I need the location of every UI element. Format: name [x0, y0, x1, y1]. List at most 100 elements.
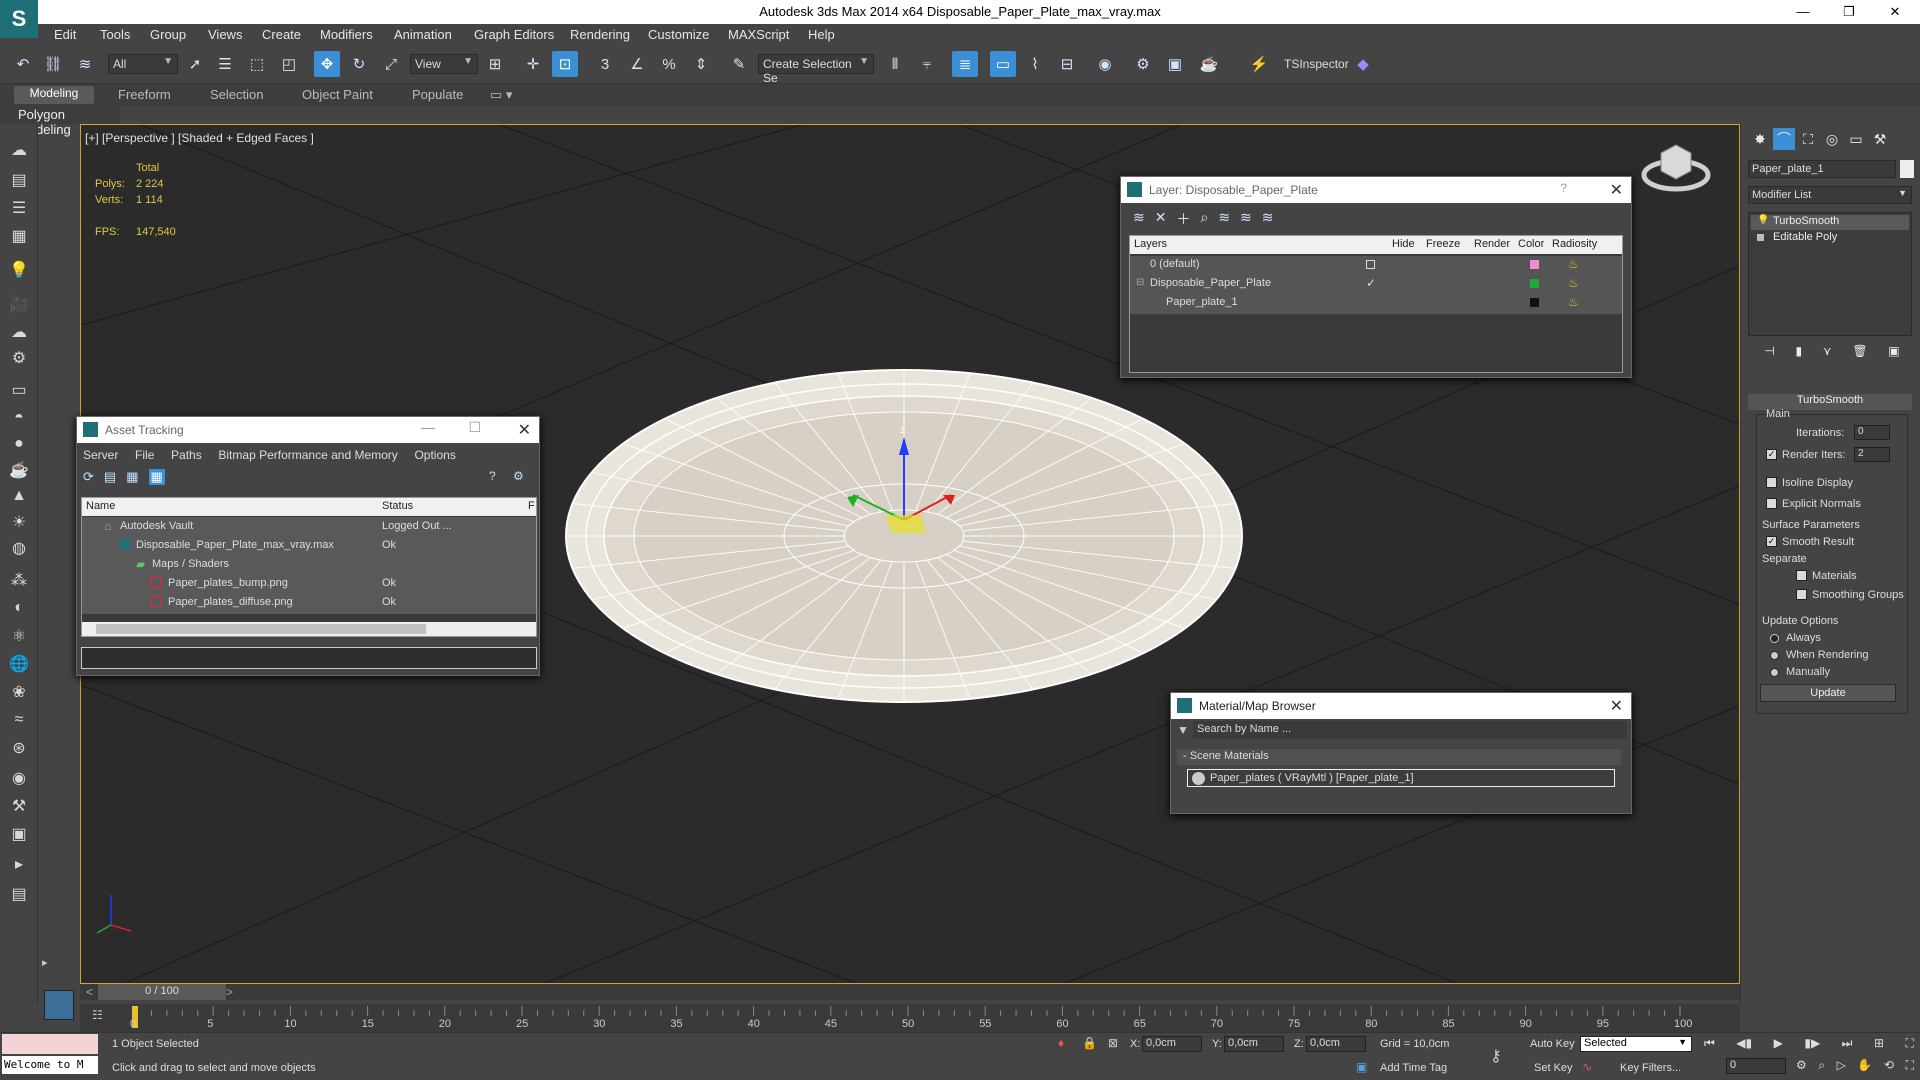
ref-coord-dropdown[interactable]: View ▼ — [410, 54, 478, 74]
curve-editor-icon[interactable]: ⌇ — [1022, 51, 1048, 77]
close-icon[interactable]: ✕ — [1610, 696, 1623, 716]
freeze-all-icon[interactable]: ≋ — [1262, 209, 1274, 229]
menu-group[interactable]: Group — [150, 27, 186, 42]
close-icon[interactable]: ✕ — [518, 420, 531, 440]
hair-icon[interactable]: ≈ — [7, 708, 31, 732]
set-key-button[interactable]: Set Key — [1534, 1062, 1573, 1074]
close-icon[interactable]: ✕ — [1610, 180, 1623, 200]
layer-manager-icon[interactable]: ≣ — [952, 51, 978, 77]
radiosity-icon[interactable]: ♨ — [1568, 295, 1579, 309]
document-icon[interactable]: ▤ — [7, 882, 31, 906]
auto-key-button[interactable]: Auto Key — [1530, 1038, 1575, 1050]
layer-row[interactable]: Paper_plate_1 ♨ — [1130, 294, 1622, 312]
materials-checkbox[interactable] — [1796, 570, 1807, 581]
menu-rendering[interactable]: Rendering — [570, 27, 630, 42]
particle-icon[interactable]: ⚙ — [7, 346, 31, 370]
time-slider-thumb[interactable]: 0 / 100 — [98, 984, 226, 1000]
hide-all-icon[interactable]: ≋ — [1240, 209, 1252, 229]
bind-spacewarp-icon[interactable]: ≋ — [72, 51, 98, 77]
mini-listener[interactable] — [44, 990, 74, 1020]
scene-materials-section[interactable]: - Scene Materials — [1177, 749, 1621, 765]
menu-views[interactable]: Views — [208, 27, 242, 42]
collapse-icon[interactable]: ⊟ — [1136, 277, 1144, 288]
delete-layer-icon[interactable]: ✕ — [1155, 209, 1167, 229]
time-tag-icon[interactable]: ▣ — [1356, 1060, 1367, 1074]
modify-tab-icon[interactable]: ⌒ — [1773, 128, 1795, 150]
always-radio[interactable] — [1770, 634, 1779, 643]
menu-maxscript[interactable]: MAXScript — [728, 27, 789, 42]
percent-snap-icon[interactable]: % — [656, 51, 682, 77]
go-to-end-icon[interactable]: ⏭ — [1842, 1036, 1853, 1051]
tab-modeling[interactable]: Modeling — [14, 86, 94, 104]
zoom-extents-icon[interactable]: ⊞ — [1874, 1036, 1884, 1051]
layer-row[interactable]: ⊟ Disposable_Paper_Plate ✓ ♨ — [1130, 275, 1622, 293]
sun-icon[interactable]: ☀ — [7, 510, 31, 534]
asset-path-field[interactable] — [81, 647, 537, 669]
material-item[interactable]: Paper_plates ( VRayMtl ) [Paper_plate_1] — [1187, 769, 1615, 787]
cone-icon[interactable]: ▲ — [7, 484, 31, 508]
asset-tracking-window[interactable]: Asset Tracking — ☐ ✕ Server File Paths B… — [76, 416, 540, 676]
key-filters-button[interactable]: Key Filters... — [1620, 1062, 1681, 1074]
go-to-start-icon[interactable]: ⏮ — [1704, 1036, 1715, 1051]
viewcube[interactable] — [1641, 135, 1711, 195]
help-icon[interactable]: ? — [489, 469, 496, 483]
keyboard-shortcut-icon[interactable]: ⊡ — [552, 51, 578, 77]
render-production-icon[interactable]: ☕ — [1196, 51, 1222, 77]
select-by-name-icon[interactable]: ☰ — [212, 51, 238, 77]
select-link-icon[interactable]: ⛓ — [40, 51, 66, 77]
select-object-icon[interactable]: ➚ — [182, 51, 208, 77]
y-coord-field[interactable]: 0,0cm — [1224, 1036, 1284, 1052]
layer-window-titlebar[interactable]: Layer: Disposable_Paper_Plate ? ✕ — [1121, 177, 1631, 203]
add-time-tag[interactable]: Add Time Tag — [1380, 1062, 1447, 1074]
layer-manager-window[interactable]: Layer: Disposable_Paper_Plate ? ✕ ≋ ✕ ＋ … — [1120, 176, 1632, 378]
object-color-swatch[interactable] — [1900, 160, 1914, 178]
col-radiosity[interactable]: Radiosity — [1552, 238, 1597, 250]
radiosity-icon[interactable]: ♨ — [1568, 276, 1579, 290]
z-coord-field[interactable]: 0,0cm — [1306, 1036, 1366, 1052]
remove-modifier-icon[interactable]: 🗑 — [1852, 344, 1867, 358]
hierarchy-tab-icon[interactable]: ⛶ — [1797, 128, 1819, 150]
x-coord-field[interactable]: 0,0cm — [1142, 1036, 1202, 1052]
maximize-viewport-icon[interactable]: ⛶ — [1906, 1036, 1914, 1051]
new-layer-icon[interactable]: ≋ — [1133, 209, 1145, 229]
table-row[interactable]: Paper_plates_bump.png Ok — [82, 574, 536, 593]
tab-selection[interactable]: Selection — [210, 87, 263, 102]
box-icon[interactable]: ▭ — [7, 378, 31, 402]
tab-object-paint[interactable]: Object Paint — [302, 87, 373, 102]
modifier-list-dropdown[interactable]: Modifier List ▼ — [1748, 186, 1912, 204]
globe-icon[interactable]: 🌐 — [7, 652, 31, 676]
material-search-input[interactable]: Search by Name ... — [1193, 721, 1627, 739]
close-icon[interactable]: ✕ — [1872, 0, 1918, 24]
col-render[interactable]: Render — [1474, 238, 1510, 250]
maximize-toggle-icon[interactable]: ⛶ — [1906, 1058, 1914, 1073]
minimize-icon[interactable]: — — [421, 419, 435, 435]
current-frame-field[interactable]: 0 — [1726, 1058, 1786, 1074]
angle-snap-icon[interactable]: ∠ — [624, 51, 650, 77]
settings-icon[interactable]: ⚙ — [513, 469, 524, 483]
smooth-result-checkbox[interactable]: ✓ — [1766, 536, 1777, 547]
dome-icon[interactable]: ◓ — [7, 406, 31, 430]
smoothing-groups-checkbox[interactable] — [1796, 589, 1807, 600]
rendered-frame-icon[interactable]: ▣ — [1162, 51, 1188, 77]
menu-create[interactable]: Create — [262, 27, 301, 42]
next-frame-icon[interactable]: > — [226, 985, 233, 999]
col-name[interactable]: Name — [86, 500, 115, 512]
helper-icon[interactable]: ☁ — [7, 320, 31, 344]
col-extra[interactable]: F — [528, 500, 535, 512]
col-status[interactable]: Status — [382, 500, 413, 512]
lightbulb-icon[interactable]: 💡 — [1757, 215, 1769, 226]
ribbon-options-icon[interactable]: ▭ ▾ — [490, 87, 512, 103]
scene-explorer-icon[interactable]: ▤ — [7, 168, 31, 192]
layer-row[interactable]: 0 (default) ♨ — [1130, 256, 1622, 274]
render-setup-icon[interactable]: ⚙ — [1130, 51, 1156, 77]
polygon-modeling-panel[interactable]: Polygon Modeling — [0, 106, 120, 137]
time-slider[interactable]: < 0 / 100 > — [80, 984, 1740, 1000]
orbit-icon[interactable]: ⟲ — [1884, 1058, 1894, 1073]
camera-icon[interactable]: 🎥 — [7, 292, 31, 316]
previous-frame-icon[interactable]: ◀▮ — [1736, 1036, 1752, 1051]
expand-icon[interactable] — [1757, 234, 1764, 241]
cloth-icon[interactable]: ⊛ — [7, 736, 31, 760]
viewport-layout-icon[interactable]: ☁ — [7, 138, 31, 162]
tab-freeform[interactable]: Freeform — [118, 87, 171, 102]
time-config-icon[interactable]: ⚙ — [1796, 1058, 1807, 1073]
